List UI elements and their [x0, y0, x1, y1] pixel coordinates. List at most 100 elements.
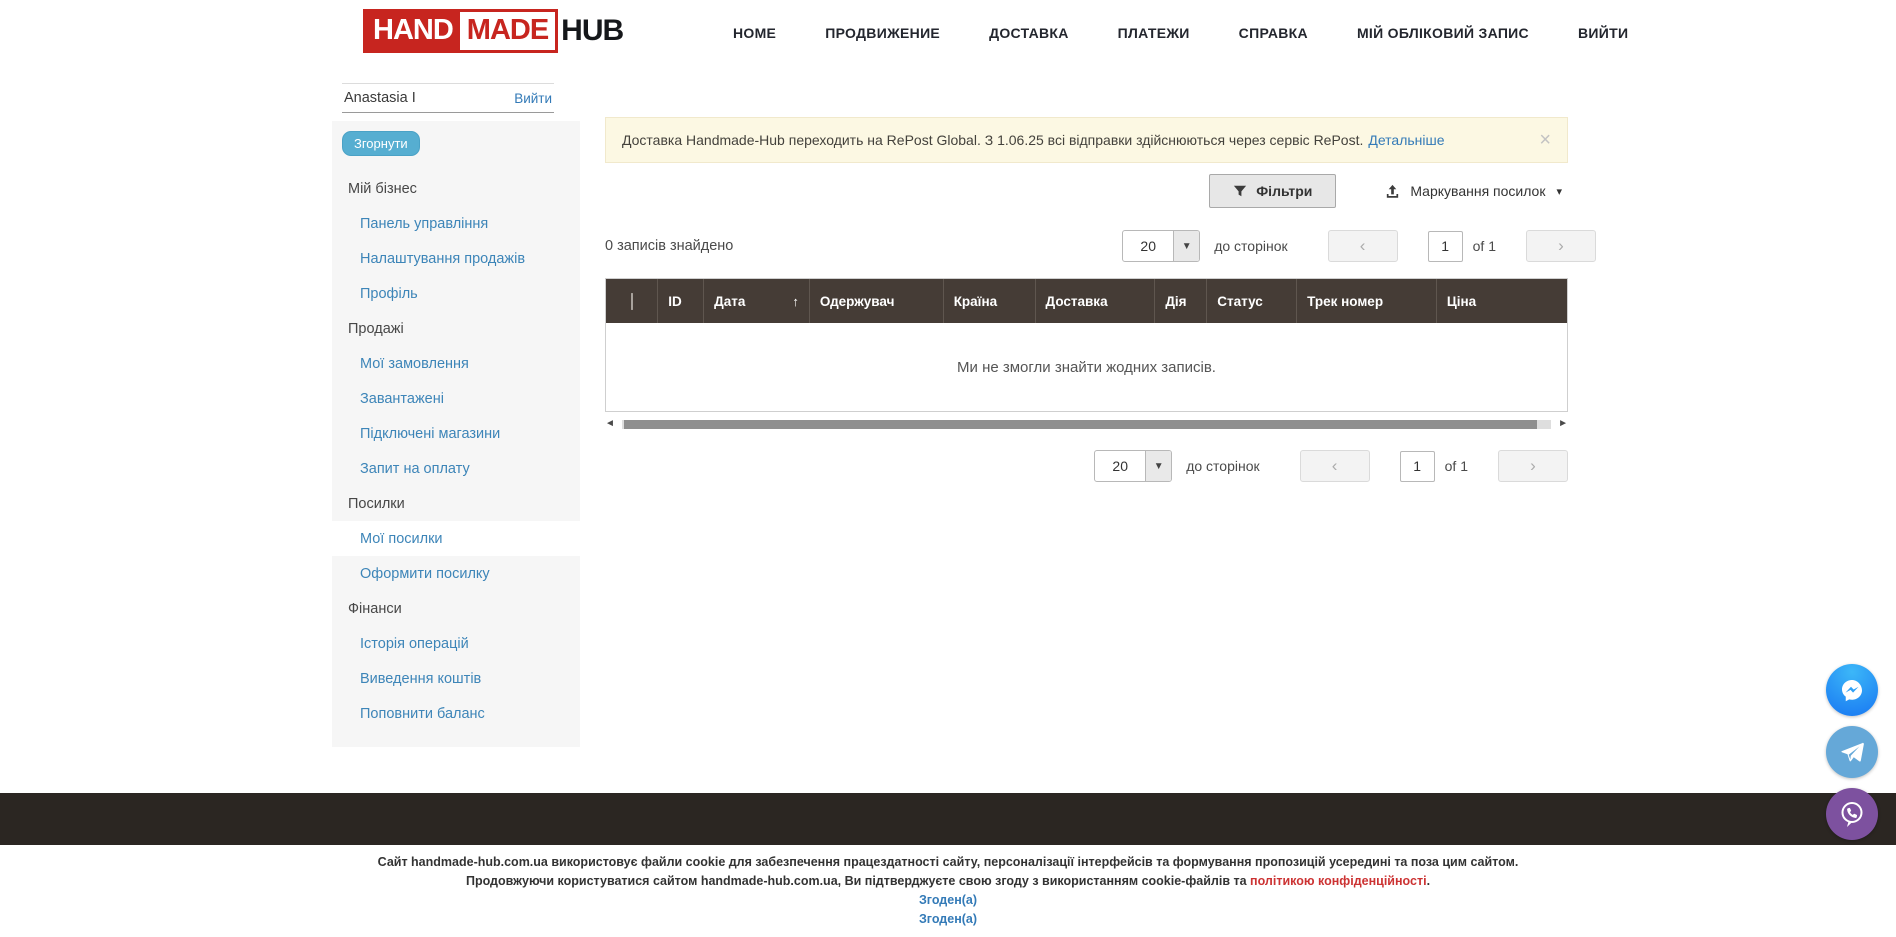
- collapse-sidebar-button[interactable]: Згорнути: [342, 131, 420, 156]
- sidebar-item-connected-shops[interactable]: Підключені магазини: [332, 416, 580, 451]
- top-header: HAND MADE HUB HOME ПРОДВИЖЕНИЕ ДОСТАВКА …: [0, 0, 1896, 66]
- column-action[interactable]: Дія: [1155, 279, 1207, 323]
- parcels-table: ID Дата ↑ Одержувач Країна Доставка Дія …: [605, 278, 1568, 412]
- column-track-number[interactable]: Трек номер: [1297, 279, 1437, 323]
- sidebar-item-profile[interactable]: Профіль: [332, 276, 580, 311]
- nav-my-account[interactable]: МІЙ ОБЛІКОВИЙ ЗАПИС: [1357, 25, 1529, 41]
- empty-message: Ми не змогли знайти жодних записів.: [606, 323, 1567, 411]
- select-caret-icon: ▼: [1174, 231, 1199, 261]
- column-price[interactable]: Ціна: [1436, 279, 1567, 323]
- toolbar: Фільтри Маркування посилок ▾: [605, 174, 1568, 208]
- parcel-marking-label: Маркування посилок: [1410, 183, 1545, 199]
- next-page-button-bottom[interactable]: ›: [1498, 450, 1568, 482]
- cookie-line2-text: Продовжуючи користуватися сайтом handmad…: [466, 874, 1250, 888]
- column-id[interactable]: ID: [658, 279, 704, 323]
- handmade-hub-logo[interactable]: HAND MADE HUB: [363, 9, 623, 53]
- prev-page-button[interactable]: ‹: [1328, 230, 1398, 262]
- prev-page-button-bottom[interactable]: ‹: [1300, 450, 1370, 482]
- logo-hub: HUB: [561, 14, 623, 48]
- nav-home[interactable]: HOME: [733, 25, 776, 41]
- chevron-right-icon: ›: [1558, 236, 1564, 256]
- telegram-icon[interactable]: [1826, 726, 1878, 778]
- sidebar-item-withdraw-funds[interactable]: Виведення коштів: [332, 661, 580, 696]
- sidebar-menu: Мій бізнес Панель управління Налаштуванн…: [332, 171, 580, 731]
- per-page-label: до сторінок: [1214, 238, 1287, 254]
- chevron-right-icon-bottom: ›: [1530, 456, 1536, 476]
- sidebar-item-top-up-balance[interactable]: Поповнити баланс: [332, 696, 580, 731]
- sidebar: Згорнути Мій бізнес Панель управління На…: [332, 121, 580, 747]
- nav-payments[interactable]: ПЛАТЕЖИ: [1118, 25, 1190, 41]
- nav-help[interactable]: СПРАВКА: [1239, 25, 1308, 41]
- per-page-label-bottom: до сторінок: [1186, 458, 1259, 474]
- cookie-notice-line2: Продовжуючи користуватися сайтом handmad…: [0, 872, 1896, 891]
- page-size-value-bottom: 20: [1095, 451, 1146, 481]
- cookie-notice: Сайт handmade-hub.com.ua використовує фа…: [0, 853, 1896, 929]
- column-status[interactable]: Статус: [1207, 279, 1297, 323]
- banner-text: Доставка Handmade-Hub переходить на RePo…: [622, 132, 1363, 148]
- logo-box: HAND MADE: [363, 9, 558, 53]
- sidebar-item-sales-settings[interactable]: Налаштування продажів: [332, 241, 580, 276]
- column-recipient[interactable]: Одержувач: [809, 279, 943, 323]
- sidebar-item-payment-request[interactable]: Запит на оплату: [332, 451, 580, 486]
- sidebar-item-dashboard[interactable]: Панель управління: [332, 206, 580, 241]
- sidebar-section-parcels: Посилки: [332, 486, 580, 521]
- scrollbar-thumb[interactable]: [624, 420, 1537, 429]
- nav-promotion[interactable]: ПРОДВИЖЕНИЕ: [825, 25, 940, 41]
- funnel-icon: [1233, 184, 1247, 198]
- sidebar-item-my-orders[interactable]: Мої замовлення: [332, 346, 580, 381]
- agree-link-2[interactable]: Згоден(а): [0, 910, 1896, 929]
- scroll-left-icon[interactable]: ◄: [605, 419, 615, 429]
- scroll-right-icon[interactable]: ►: [1558, 419, 1568, 429]
- page-size-select[interactable]: 20 ▼: [1122, 230, 1200, 262]
- page: HAND MADE HUB HOME ПРОДВИЖЕНИЕ ДОСТАВКА …: [0, 0, 1896, 937]
- sidebar-item-transaction-history[interactable]: Історія операцій: [332, 626, 580, 661]
- chevron-left-icon: ‹: [1360, 236, 1366, 256]
- close-icon[interactable]: ×: [1539, 130, 1551, 150]
- page-number-input[interactable]: [1428, 231, 1463, 262]
- page-of-label: of 1: [1473, 238, 1496, 254]
- messenger-icon[interactable]: [1826, 664, 1878, 716]
- sidebar-item-create-parcel[interactable]: Оформити посилку: [332, 556, 580, 591]
- nav-delivery[interactable]: ДОСТАВКА: [989, 25, 1069, 41]
- viber-icon[interactable]: [1826, 788, 1878, 840]
- column-country[interactable]: Країна: [943, 279, 1035, 323]
- privacy-policy-link[interactable]: політикою конфіденційності: [1250, 874, 1427, 888]
- page-size-select-bottom[interactable]: 20 ▼: [1094, 450, 1172, 482]
- parcel-marking-dropdown[interactable]: Маркування посилок ▾: [1384, 183, 1562, 200]
- main-content: Доставка Handmade-Hub переходить на RePo…: [605, 117, 1568, 482]
- logo-hand: HAND: [366, 12, 460, 50]
- next-page-button[interactable]: ›: [1526, 230, 1596, 262]
- upload-icon: [1384, 183, 1401, 200]
- select-all-cell: [606, 279, 658, 323]
- sidebar-section-finances: Фінанси: [332, 591, 580, 626]
- column-delivery[interactable]: Доставка: [1035, 279, 1155, 323]
- sidebar-item-uploaded[interactable]: Завантажені: [332, 381, 580, 416]
- select-all-checkbox[interactable]: [631, 293, 633, 310]
- agree-link-1[interactable]: Згоден(а): [0, 891, 1896, 910]
- horizontal-scrollbar: ◄ ►: [605, 419, 1568, 429]
- sidebar-section-sales: Продажі: [332, 311, 580, 346]
- chevron-down-icon: ▾: [1556, 185, 1562, 198]
- chevron-left-icon-bottom: ‹: [1332, 456, 1338, 476]
- column-date[interactable]: Дата ↑: [704, 279, 810, 323]
- table-header-row: ID Дата ↑ Одержувач Країна Доставка Дія …: [606, 279, 1567, 323]
- user-row: Anastasia I Вийти: [342, 83, 554, 113]
- page-number-input-bottom[interactable]: [1400, 451, 1435, 482]
- sort-asc-icon: ↑: [792, 294, 799, 309]
- column-date-label: Дата: [714, 294, 745, 309]
- empty-row: Ми не змогли знайти жодних записів.: [606, 323, 1567, 411]
- social-widgets: [1826, 664, 1878, 840]
- main-nav: HOME ПРОДВИЖЕНИЕ ДОСТАВКА ПЛАТЕЖИ СПРАВК…: [733, 0, 1628, 66]
- cookie-line2-suffix: .: [1427, 874, 1430, 888]
- banner-details-link[interactable]: Детальніше: [1368, 132, 1444, 148]
- footer-dark-band: [0, 793, 1896, 845]
- scrollbar-track[interactable]: [622, 420, 1551, 429]
- nav-logout[interactable]: ВИЙТИ: [1578, 25, 1628, 41]
- page-of-label-bottom: of 1: [1445, 458, 1468, 474]
- username: Anastasia I: [344, 90, 416, 106]
- filters-button[interactable]: Фільтри: [1209, 174, 1336, 208]
- select-caret-icon-bottom: ▼: [1146, 451, 1171, 481]
- logout-link[interactable]: Вийти: [514, 91, 552, 106]
- page-size-value: 20: [1123, 231, 1174, 261]
- sidebar-item-my-parcels[interactable]: Мої посилки: [332, 521, 580, 556]
